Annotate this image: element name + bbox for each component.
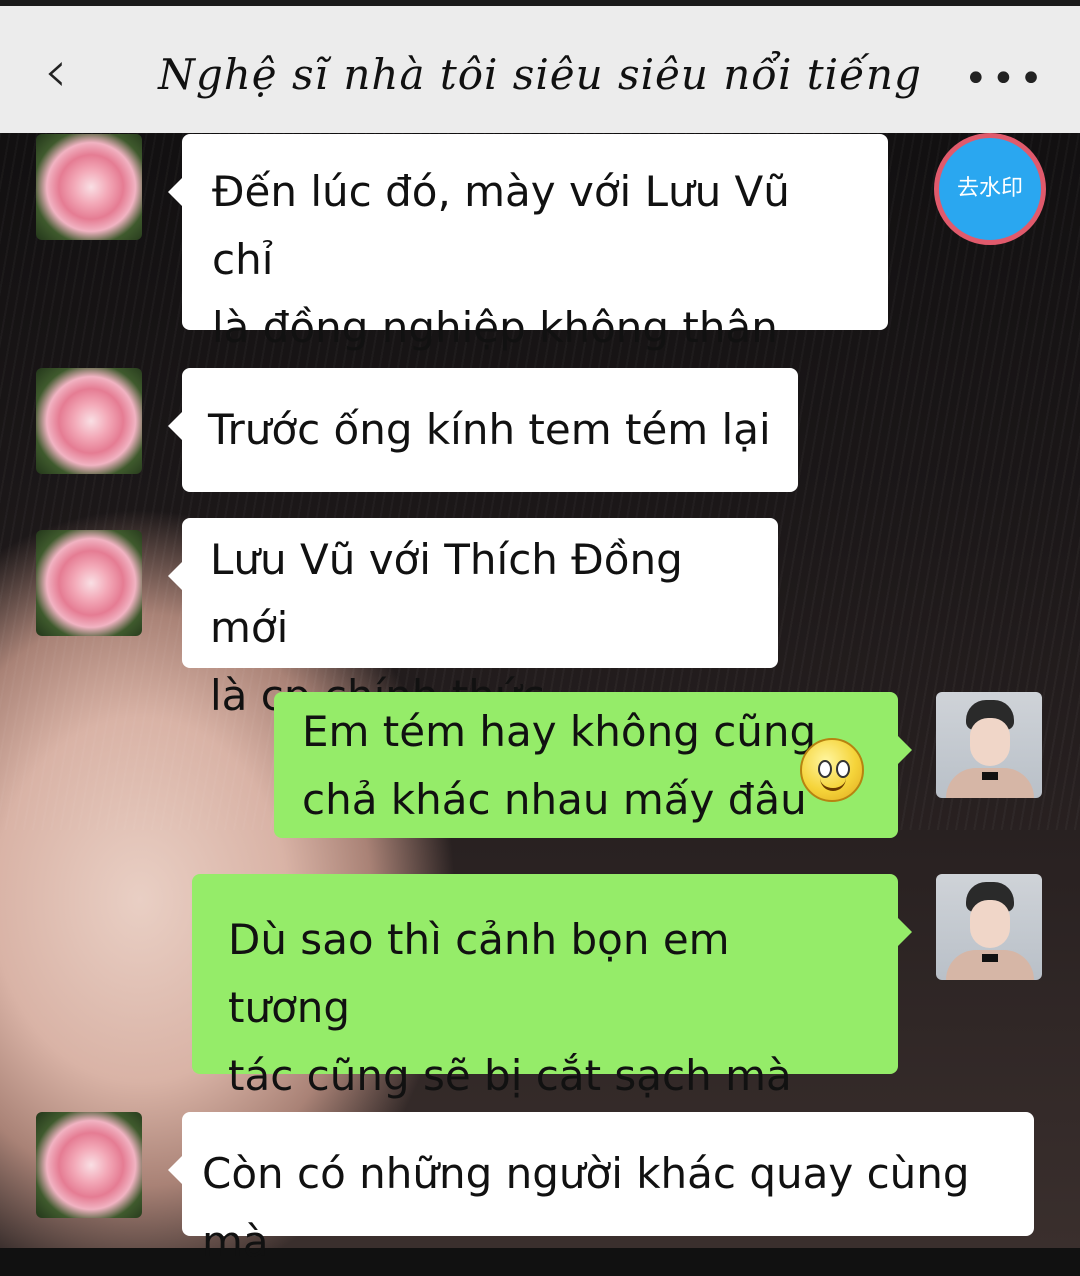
message-line: Còn có những người khác quay cùng mà (202, 1149, 970, 1266)
message-line: Đến lúc đó, mày với Lưu Vũ chỉ (212, 167, 790, 284)
chevron-left-icon[interactable]: ‹ (44, 42, 84, 100)
chat-header: ‹ Nghệ sĩ nhà tôi siêu siêu nổi tiếng ••… (0, 0, 1080, 133)
message-bubble-incoming[interactable]: Trước ống kính tem tém lại (168, 368, 798, 492)
message-line: Em tém hay không cũng (302, 707, 817, 756)
chat-title: Nghệ sĩ nhà tôi siêu siêu nổi tiếng (158, 50, 922, 99)
rose-avatar[interactable] (36, 530, 142, 636)
more-dots-icon[interactable]: ••• (964, 56, 1047, 102)
message-bubble-incoming[interactable]: Lưu Vũ với Thích Đồng mới là cp chính th… (168, 518, 778, 720)
message-line: tác cũng sẽ bị cắt sạch mà (228, 1051, 792, 1100)
message-line: Trước ống kính tem tém lại (208, 405, 771, 454)
message-line: Lưu Vũ với Thích Đồng mới (210, 535, 683, 652)
message-bubble-outgoing[interactable]: Em tém hay không cũng chả khác nhau mấy … (274, 692, 912, 838)
smile-emoji-icon (800, 738, 864, 802)
rose-avatar[interactable] (36, 368, 142, 474)
message-line: chả khác nhau mấy đâu (302, 775, 807, 824)
boy-avatar[interactable] (936, 874, 1042, 980)
rose-avatar[interactable] (36, 134, 142, 240)
message-line: Dù sao thì cảnh bọn em tương (228, 915, 730, 1032)
boy-avatar[interactable] (936, 692, 1042, 798)
remove-watermark-button[interactable]: 去水印 (934, 133, 1046, 245)
message-bubble-outgoing[interactable]: Dù sao thì cảnh bọn em tương tác cũng sẽ… (192, 874, 912, 1100)
rose-avatar[interactable] (36, 1112, 142, 1218)
message-bubble-incoming[interactable]: Đến lúc đó, mày với Lưu Vũ chỉ là đồng n… (168, 134, 888, 420)
message-bubble-incoming[interactable]: Còn có những người khác quay cùng mà (168, 1112, 1034, 1266)
